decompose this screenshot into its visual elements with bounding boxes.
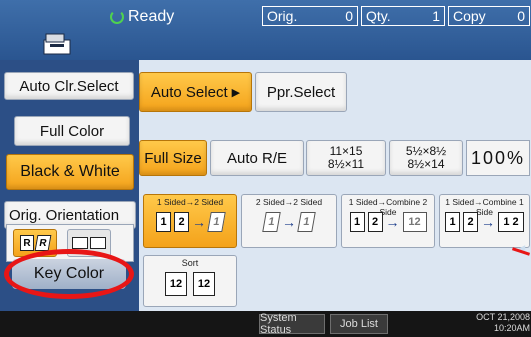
preset-ratio-1-button[interactable]: 11×15 8½×11 bbox=[306, 140, 386, 176]
date-text: OCT 21,2008 bbox=[476, 312, 530, 322]
status-bar: Ready Orig. 0 Qty. 1 Copy 0 bbox=[0, 0, 531, 60]
arrow-right-icon: → bbox=[192, 214, 206, 230]
zoom-percent-display[interactable]: 100% bbox=[466, 140, 530, 176]
bottom-bar: System Status Job List OCT 21,2008 10:20… bbox=[0, 311, 531, 337]
portrait-page-icon: R bbox=[20, 235, 34, 251]
time-text: 10:20AM bbox=[493, 323, 530, 333]
quantity-counter: Qty. 1 bbox=[361, 6, 445, 26]
duplex-1-to-2-button[interactable]: 1 Sided→2 Sided 1 2 → 1 bbox=[143, 194, 237, 248]
full-size-button[interactable]: Full Size bbox=[139, 140, 207, 176]
arrow-right-icon-3: → bbox=[385, 214, 400, 230]
duplex-page-icon: 1 bbox=[207, 212, 226, 232]
orig-label: Orig. bbox=[267, 8, 298, 24]
auto-color-select-button[interactable]: Auto Clr.Select bbox=[4, 72, 134, 100]
preset2-bottom: 8½×14 bbox=[407, 157, 445, 171]
combine-1-side-button[interactable]: 1 Sided→Combine 1 Side 1 2 → 1 2 bbox=[439, 194, 530, 248]
ready-text: Ready bbox=[128, 8, 175, 25]
combined-page-icon: 12 bbox=[402, 212, 427, 232]
duplex-2-to-2-label: 2 Sided→2 Sided bbox=[255, 197, 323, 207]
combine-2-side-button[interactable]: 1 Sided→Combine 2 Side 1 2 → 12 bbox=[341, 194, 435, 248]
duplex-2-to-2-button[interactable]: 2 Sided→2 Sided 1 → 1 bbox=[241, 194, 337, 248]
qty-label: Qty. bbox=[366, 8, 391, 24]
preset1-bottom: 8½×11 bbox=[327, 157, 365, 171]
highlight-circle bbox=[4, 249, 134, 299]
copy-counter: Copy 0 bbox=[448, 6, 530, 26]
arrow-right-icon-4: → bbox=[481, 214, 495, 230]
job-list-button[interactable]: Job List bbox=[330, 314, 388, 334]
ready-status: Ready bbox=[110, 5, 174, 29]
auto-select-label: Auto Select bbox=[150, 83, 228, 101]
page-1-icon: 1 bbox=[156, 212, 171, 232]
system-status-button[interactable]: System Status bbox=[259, 312, 325, 336]
page-2-icon-c: 2 bbox=[463, 212, 478, 232]
orig-value: 0 bbox=[345, 8, 353, 24]
copy-value: 0 bbox=[517, 8, 525, 24]
sort-set-2-icon: 12 bbox=[193, 272, 215, 296]
page-1-icon-c: 1 bbox=[445, 212, 460, 232]
page-2-icon: 2 bbox=[174, 212, 189, 232]
copier-icon bbox=[43, 33, 71, 55]
landscape-page-icon bbox=[72, 237, 88, 249]
landscape-page-icon-2 bbox=[90, 237, 106, 249]
sort-button[interactable]: Sort 12 12 bbox=[143, 255, 237, 307]
full-color-button[interactable]: Full Color bbox=[14, 116, 130, 146]
copy-label: Copy bbox=[453, 8, 486, 24]
page-2-icon-b: 2 bbox=[367, 212, 383, 232]
originals-counter: Orig. 0 bbox=[262, 6, 358, 26]
datetime-display: OCT 21,2008 10:20AM bbox=[446, 312, 530, 334]
ready-icon bbox=[110, 10, 124, 24]
sort-label: Sort bbox=[181, 258, 199, 268]
paper-select-button[interactable]: Ppr.Select bbox=[255, 72, 347, 112]
qty-value: 1 bbox=[432, 8, 440, 24]
page-1-icon-b: 1 bbox=[349, 212, 365, 232]
auto-re-button[interactable]: Auto R/E bbox=[210, 140, 304, 176]
arrow-right-icon-2: → bbox=[282, 214, 296, 230]
black-white-button[interactable]: Black & White bbox=[6, 154, 134, 190]
sort-set-1-icon: 12 bbox=[165, 272, 187, 296]
duplex-1-to-2-label: 1 Sided→2 Sided bbox=[156, 197, 224, 207]
auto-select-arrow-icon: ▶ bbox=[231, 86, 241, 99]
duplex-target-icon: 1 bbox=[297, 212, 316, 232]
copier-screen: Ready Orig. 0 Qty. 1 Copy 0 Auto Clr.Sel… bbox=[0, 0, 531, 337]
portrait-page-icon-2: R bbox=[34, 235, 52, 251]
duplex-source-icon: 1 bbox=[262, 212, 281, 232]
auto-select-button[interactable]: Auto Select ▶ bbox=[139, 72, 252, 112]
preset-ratio-2-button[interactable]: 5½×8½ 8½×14 bbox=[389, 140, 463, 176]
combined-single-page-icon: 1 2 bbox=[498, 212, 524, 232]
